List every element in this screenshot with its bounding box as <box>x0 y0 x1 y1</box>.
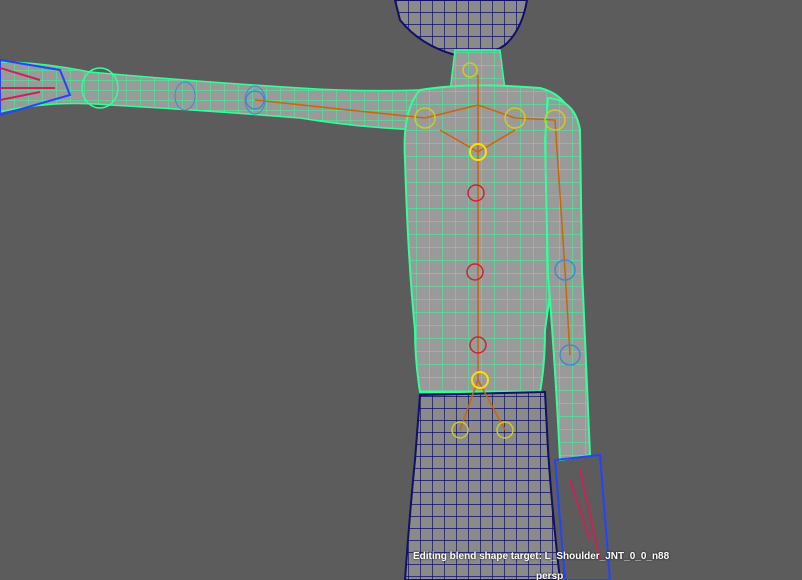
viewport-camera-label: persp <box>536 571 564 580</box>
viewport-status-message: Editing blend shape target: L_Shoulder_J… <box>413 551 670 562</box>
scene-canvas[interactable] <box>0 0 802 580</box>
character-head <box>393 0 529 58</box>
perspective-viewport[interactable]: Editing blend shape target: L_Shoulder_J… <box>0 0 802 580</box>
